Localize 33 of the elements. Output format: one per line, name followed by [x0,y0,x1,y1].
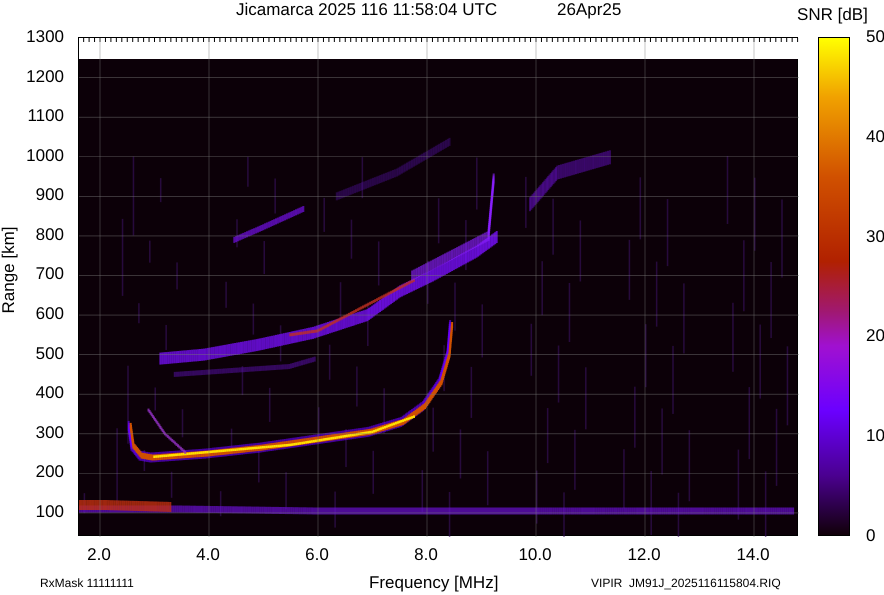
range-tick-label: 100 [34,502,64,522]
colorbar-tick-label: 40 [866,126,884,147]
range-tick-label: 500 [34,344,64,364]
frequency-tick-label: 8.0 [413,545,439,565]
plot-title: Jicamarca 2025 116 11:58:04 UTC [236,0,498,20]
frequency-tick-label: 10.0 [517,545,553,565]
colorbar-tick-label: 0 [866,526,876,546]
frequency-tick-label: 14.0 [735,545,771,565]
range-axis-label: Range [km] [0,226,19,315]
colorbar-tick-label: 50 [866,27,884,47]
range-tick-label: 300 [34,422,64,443]
colorbar-label: SNR [dB] [797,5,868,25]
range-tick-label: 800 [34,224,64,245]
colorbar-tick-label: 30 [866,226,884,247]
range-tick-label: 700 [34,264,64,284]
frequency-tick-label: 12.0 [626,545,662,565]
rx-mask-label: RxMask 11111111 [40,576,134,590]
range-tick-label: 900 [34,185,64,206]
plot-date: 26Apr25 [557,0,622,20]
colorbar-tick-label: 10 [866,426,884,446]
range-tick-label: 1200 [25,66,64,87]
frequency-tick-label: 4.0 [195,545,221,565]
range-tick-label: 1000 [25,146,64,166]
frequency-tick-label: 2.0 [86,545,112,565]
range-tick-label: 200 [34,462,64,482]
colorbar-tick-label: 20 [866,326,884,346]
file-name-label: VIPIR JM91J_2025116115804.RIQ [591,576,781,590]
range-tick-label: 1300 [25,27,64,47]
range-tick-label: 1100 [26,106,64,126]
range-tick-label: 600 [34,304,64,324]
frequency-axis-label: Frequency [MHz] [369,573,498,593]
frequency-tick-label: 6.0 [304,545,330,565]
range-tick-label: 400 [34,383,64,404]
